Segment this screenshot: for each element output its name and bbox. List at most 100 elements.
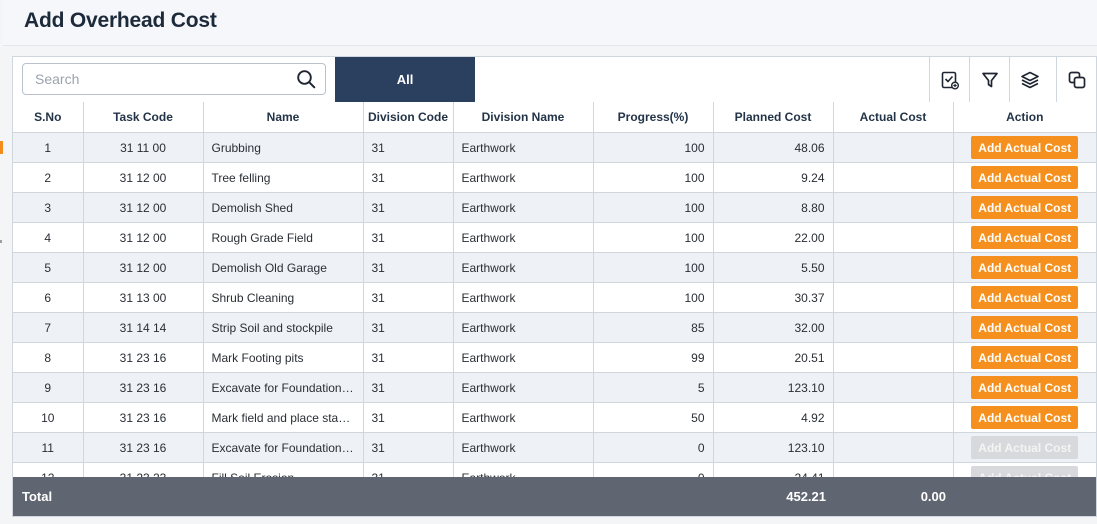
cell-actual-cost — [833, 402, 954, 433]
table-row[interactable]: 9 31 23 16 Excavate for Foundation -... 31 E… — [13, 372, 1096, 403]
table-row[interactable]: 7 31 14 14 Strip Soil and stockpile 31 Earth… — [13, 312, 1096, 343]
column-header[interactable]: Division Name — [453, 102, 594, 133]
table-row[interactable]: 1231 23 23Fill Soil Erosion31Earthwork02… — [13, 462, 1096, 477]
cell-name: Demolish Old Garage — [203, 252, 364, 283]
table-row[interactable]: 1 31 11 00 Grubbing 31 Earthwork 100 48.06 Add … — [13, 132, 1096, 163]
cell-progress: 85 — [593, 312, 714, 343]
cell-division-name: Earthwork — [453, 402, 594, 433]
checklist-button[interactable] — [929, 57, 970, 102]
cell-action: Add Actual Cost — [953, 192, 1096, 223]
tab-all[interactable]: All — [335, 57, 475, 102]
search-input[interactable] — [23, 64, 295, 94]
cell-planned-cost: 32.00 — [713, 312, 834, 343]
cell-division-code: 31 — [363, 222, 454, 253]
table-header-row: S.No Task Code Name Division Code Division N… — [13, 102, 1096, 133]
sidebar-active-marker — [0, 141, 3, 154]
table-row[interactable]: 11 31 23 16 Excavate for Foundation -... 31… — [13, 432, 1096, 463]
column-header[interactable]: Actual Cost — [833, 102, 954, 133]
cell-task-code: 31 23 23 — [83, 462, 204, 477]
cell-division-code: 31 — [363, 192, 454, 223]
page-title: Add Overhead Cost — [24, 9, 217, 32]
cell-division-code: 31 — [363, 252, 454, 283]
layers-button[interactable] — [1009, 57, 1050, 102]
cell-planned-cost: 9.24 — [713, 162, 834, 193]
add-actual-cost-button[interactable]: Add Actual Cost — [971, 406, 1079, 429]
search-icon[interactable] — [296, 69, 316, 89]
copy-button[interactable] — [1056, 57, 1097, 102]
cell-progress: 0 — [593, 432, 714, 463]
cell-task-code: 31 23 16 — [83, 372, 204, 403]
add-actual-cost-button[interactable]: Add Actual Cost — [971, 226, 1079, 249]
cell-division-code: 31 — [363, 372, 454, 403]
table-row[interactable]: 5 31 12 00 Demolish Old Garage 31 Earthwork 1… — [13, 252, 1096, 283]
cell-division-code: 31 — [363, 432, 454, 463]
cell-sno: 12 — [13, 462, 84, 477]
table-row[interactable]: 2 31 12 00 Tree felling 31 Earthwork 100 9.24 A… — [13, 162, 1096, 193]
cell-planned-cost: 5.50 — [713, 252, 834, 283]
cell-division-name: Earthwork — [453, 342, 594, 373]
column-header[interactable]: Action — [953, 102, 1096, 133]
cell-name: Excavate for Foundation -... — [203, 372, 364, 403]
cell-sno: 3 — [13, 192, 84, 223]
cell-task-code: 31 12 00 — [83, 162, 204, 193]
add-actual-cost-button[interactable]: Add Actual Cost — [971, 136, 1079, 159]
cell-name: Shrub Cleaning — [203, 282, 364, 313]
cell-division-name: Earthwork — [453, 252, 594, 283]
cell-planned-cost: 8.80 — [713, 192, 834, 223]
cell-actual-cost — [833, 372, 954, 403]
column-header[interactable]: Name — [203, 102, 364, 133]
table-row[interactable]: 3 31 12 00 Demolish Shed 31 Earthwork 100 8.80… — [13, 192, 1096, 223]
cell-action: Add Actual Cost — [953, 372, 1096, 403]
toolbar: All — [13, 57, 1096, 103]
table-row[interactable]: 4 31 12 00 Rough Grade Field 31 Earthwork 100… — [13, 222, 1096, 253]
add-actual-cost-button[interactable]: Add Actual Cost — [971, 166, 1079, 189]
column-header[interactable]: S.No — [13, 102, 84, 133]
column-header[interactable]: Division Code — [363, 102, 454, 133]
cell-progress: 100 — [593, 162, 714, 193]
add-actual-cost-button[interactable]: Add Actual Cost — [971, 286, 1079, 309]
column-header[interactable]: Planned Cost — [713, 102, 834, 133]
cell-division-code: 31 — [363, 462, 454, 477]
cell-sno: 5 — [13, 252, 84, 283]
checklist-icon — [941, 71, 959, 89]
cell-actual-cost — [833, 432, 954, 463]
cell-sno: 8 — [13, 342, 84, 373]
cell-division-name: Earthwork — [453, 132, 594, 163]
cell-progress: 99 — [593, 342, 714, 373]
add-actual-cost-button[interactable]: Add Actual Cost — [971, 346, 1079, 369]
cell-planned-cost: 4.92 — [713, 402, 834, 433]
table-row[interactable]: 8 31 23 16 Mark Footing pits 31 Earthwork 99 2… — [13, 342, 1096, 373]
table-row[interactable]: 6 31 13 00 Shrub Cleaning 31 Earthwork 100 30.… — [13, 282, 1096, 313]
cell-actual-cost — [833, 162, 954, 193]
cost-table: S.No Task Code Name Division Code Division N… — [13, 102, 1096, 477]
cell-sno: 10 — [13, 402, 84, 433]
add-actual-cost-button[interactable]: Add Actual Cost — [971, 316, 1079, 339]
cell-planned-cost: 20.51 — [713, 342, 834, 373]
add-actual-cost-button[interactable]: Add Actual Cost — [971, 256, 1079, 279]
filter-button[interactable] — [969, 57, 1010, 102]
cell-division-name: Earthwork — [453, 162, 594, 193]
cell-progress: 100 — [593, 282, 714, 313]
cell-sno: 1 — [13, 132, 84, 163]
cell-task-code: 31 23 16 — [83, 342, 204, 373]
add-actual-cost-button[interactable]: Add Actual Cost — [971, 196, 1079, 219]
cell-name: Tree felling — [203, 162, 364, 193]
cell-progress: 50 — [593, 402, 714, 433]
cell-division-code: 31 — [363, 132, 454, 163]
cell-progress: 100 — [593, 132, 714, 163]
cell-name: Strip Soil and stockpile — [203, 312, 364, 343]
filter-icon — [982, 72, 998, 87]
cell-actual-cost — [833, 282, 954, 313]
copy-icon — [1068, 71, 1086, 88]
cell-actual-cost — [833, 132, 954, 163]
table-row[interactable]: 10 31 23 16 Mark field and place stakes 31 E… — [13, 402, 1096, 433]
cell-division-code: 31 — [363, 282, 454, 313]
cost-table-container[interactable]: S.No Task Code Name Division Code Division N… — [13, 102, 1096, 477]
cell-sno: 9 — [13, 372, 84, 403]
cell-division-name: Earthwork — [453, 222, 594, 253]
cell-planned-cost: 30.37 — [713, 282, 834, 313]
column-header[interactable]: Task Code — [83, 102, 204, 133]
cell-action: Add Actual Cost — [953, 462, 1096, 477]
column-header[interactable]: Progress(%) — [593, 102, 714, 133]
add-actual-cost-button[interactable]: Add Actual Cost — [971, 376, 1079, 399]
